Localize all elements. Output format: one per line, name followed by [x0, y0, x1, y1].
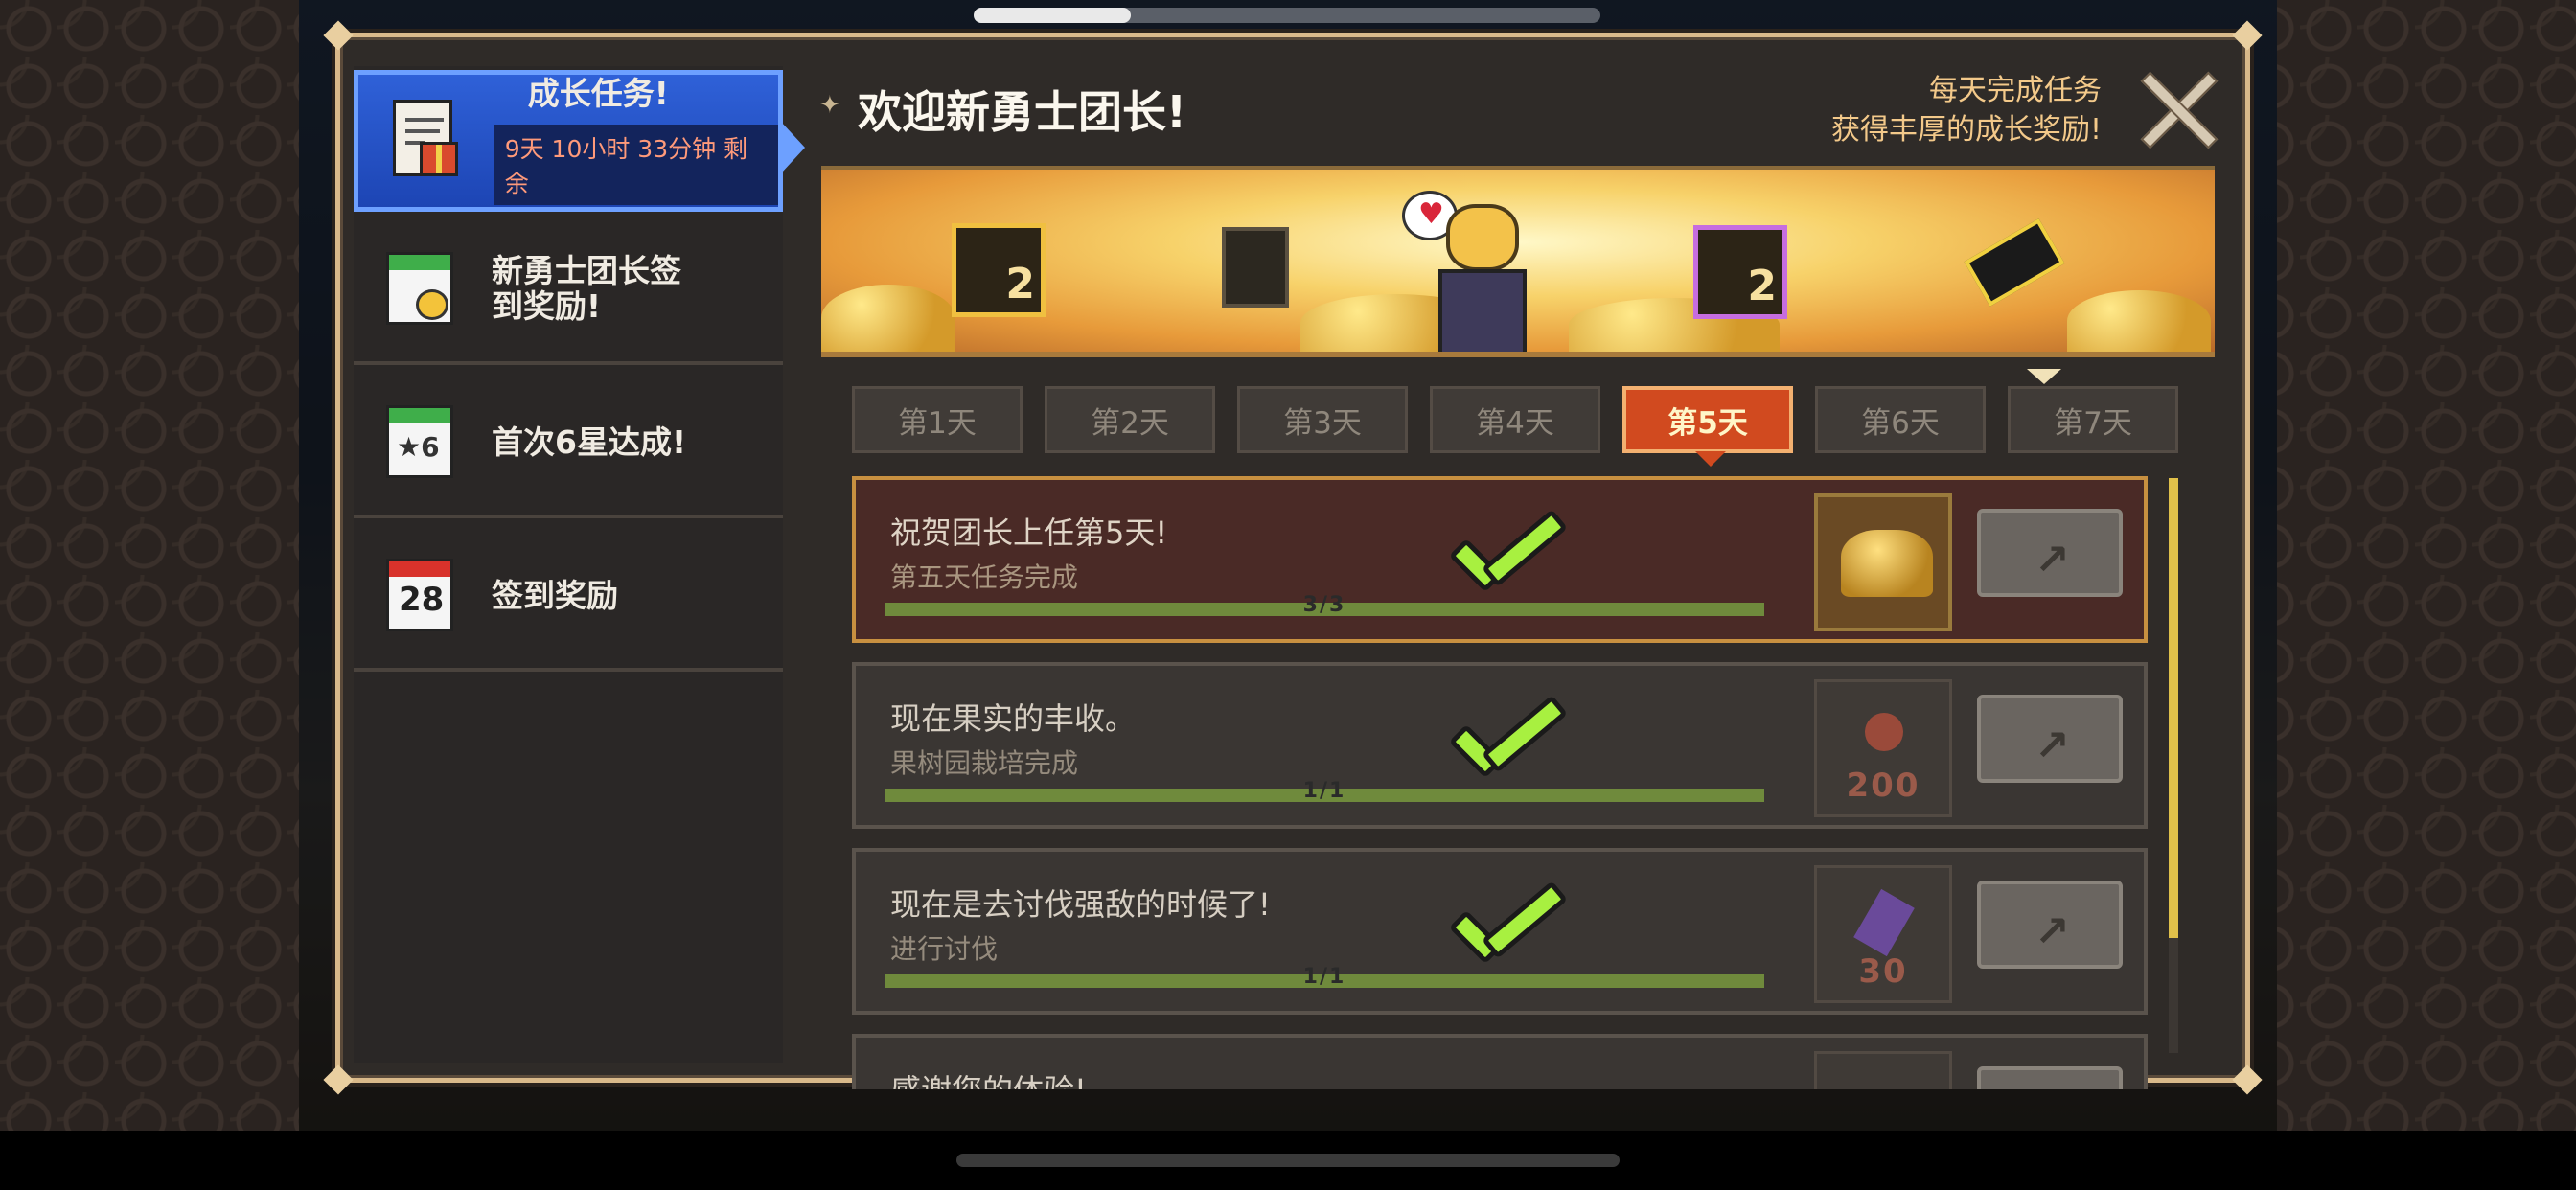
go-arrow-icon: ↗ [2035, 907, 2070, 956]
task-progress-bar: 1/1 [885, 965, 1764, 989]
page-subtitle: 每天完成任务 获得丰厚的成长奖励! [1831, 72, 2102, 149]
task-progress-bar: 3/3 [885, 593, 1764, 617]
tab-day-7[interactable]: 第7天 [2008, 386, 2178, 453]
tab-day-4[interactable]: 第4天 [1430, 386, 1600, 453]
reward-slot[interactable] [1814, 493, 1952, 631]
gold-pile-icon [1841, 530, 1933, 597]
tab-day-6[interactable]: 第6天 [1815, 386, 1986, 453]
page-indicator-fill [974, 8, 1131, 23]
checkmark-icon [1442, 695, 1569, 787]
tab-day-2[interactable]: 第2天 [1045, 386, 1215, 453]
task-list-scrollbar[interactable] [2169, 478, 2178, 1053]
reward-box-icon: 2 [952, 223, 1046, 317]
calendar-date-icon: 28 [382, 555, 457, 637]
checkmark-icon [1442, 509, 1569, 601]
checkmark-icon [1442, 881, 1569, 973]
task-row: 现在是去讨伐强敌的时候了! 进行讨伐 1/1 30 ↗ [852, 848, 2148, 1015]
tab-day-3[interactable]: 第3天 [1237, 386, 1408, 453]
sidebar-item-checkin-reward[interactable]: 28 签到奖励 [354, 524, 783, 672]
go-button[interactable]: ↗ [1977, 695, 2123, 783]
sidebar-item-first-6-star[interactable]: ★6 首次6星达成! [354, 371, 783, 518]
task-row: 感谢您的体验! [852, 1034, 2148, 1089]
calendar-chick-icon [382, 248, 457, 331]
progress-text: 3/3 [1302, 593, 1346, 617]
hero-box-number: 2 [1747, 262, 1777, 310]
growth-mission-panel: 成长任务! 9天 10小时 33分钟 剩余 新勇士团长签 到奖励! ★6 首次6… [323, 20, 2263, 1095]
subtitle-line: 每天完成任务 [1929, 74, 2102, 107]
tab-day-1[interactable]: 第1天 [852, 386, 1023, 453]
calendar-star-icon: ★6 [382, 401, 457, 484]
sidebar-item-label: 首次6星达成! [492, 423, 687, 461]
meat-icon [1865, 713, 1903, 751]
remaining-time: 9天 10小时 33分钟 剩余 [493, 125, 778, 206]
subtitle-line: 获得丰厚的成长奖励! [1830, 112, 2102, 147]
page-indicator [974, 8, 1600, 23]
progress-text: 1/1 [1302, 779, 1346, 803]
go-button[interactable] [1977, 1066, 2123, 1089]
coin-pile [2067, 290, 2211, 352]
sidebar-item-new-commander-checkin[interactable]: 新勇士团长签 到奖励! [354, 217, 783, 365]
task-title: 祝贺团长上任第5天! [890, 515, 1168, 551]
reward-slot[interactable]: 200 [1814, 679, 1952, 817]
task-subtitle: 进行讨伐 [890, 933, 999, 965]
coin-pile [821, 285, 955, 352]
tab-day-5[interactable]: 第5天 [1622, 386, 1793, 467]
document-gift-icon [387, 100, 461, 182]
task-progress-bar: 1/1 [885, 779, 1764, 803]
calendar-icon-text: 28 [399, 581, 445, 619]
active-indicator [780, 121, 805, 174]
ticket-icon [1964, 218, 2065, 307]
book-icon [1222, 227, 1289, 308]
go-arrow-icon: ↗ [2035, 536, 2070, 584]
sidebar-item-label: 签到奖励 [492, 576, 618, 614]
reward-slot[interactable]: 30 [1814, 865, 1952, 1003]
home-indicator[interactable] [956, 1154, 1620, 1167]
task-row: 祝贺团长上任第5天! 第五天任务完成 3/3 ↗ [852, 476, 2148, 643]
sidebar-item-growth-mission[interactable]: 成长任务! 9天 10小时 33分钟 剩余 [354, 70, 805, 212]
task-title: 现在是去讨伐强敌的时候了! [890, 886, 1271, 923]
close-icon[interactable] [2136, 68, 2217, 149]
sidebar-item-label: 新勇士团长签 [492, 252, 681, 290]
go-button[interactable]: ↗ [1977, 881, 2123, 969]
task-subtitle: 第五天任务完成 [890, 561, 1079, 593]
task-title: 感谢您的体验! [890, 1066, 1087, 1089]
reward-banner: 2 2 [821, 166, 2215, 357]
go-button[interactable]: ↗ [1977, 509, 2123, 597]
reward-box-number: 2 [1005, 260, 1035, 309]
reward-slot[interactable] [1814, 1051, 1952, 1089]
task-list: 祝贺团长上任第5天! 第五天任务完成 3/3 ↗ 现在果实的丰收。 果树园栽培完… [852, 476, 2155, 1089]
task-row: 现在果实的丰收。 果树园栽培完成 1/1 200 ↗ [852, 662, 2148, 829]
sidebar-item-label: 到奖励! [492, 287, 602, 325]
task-title: 现在果实的丰收。 [890, 700, 1137, 737]
scrollbar-thumb[interactable] [2169, 478, 2178, 938]
page-title: 欢迎新勇士团长! [858, 86, 1186, 138]
reward-count: 30 [1858, 952, 1908, 991]
reward-count: 200 [1846, 767, 1920, 805]
selected-day-caret [2027, 369, 2061, 384]
hero-box-icon: 2 [1693, 225, 1787, 319]
ticket-icon [1853, 888, 1915, 957]
title-bullet-icon: ✦ [819, 91, 840, 120]
hero-character [1429, 204, 1534, 352]
day-tabs: 第1天 第2天 第3天 第4天 第5天 第6天 第7天 [852, 386, 2184, 467]
sidebar-item-label: 成长任务! [527, 74, 669, 112]
sidebar-nav: 成长任务! 9天 10小时 33分钟 剩余 新勇士团长签 到奖励! ★6 首次6… [354, 66, 805, 1063]
calendar-icon-text: ★6 [397, 431, 440, 463]
task-subtitle: 果树园栽培完成 [890, 747, 1079, 779]
progress-text: 1/1 [1302, 965, 1346, 989]
go-arrow-icon: ↗ [2035, 721, 2070, 770]
